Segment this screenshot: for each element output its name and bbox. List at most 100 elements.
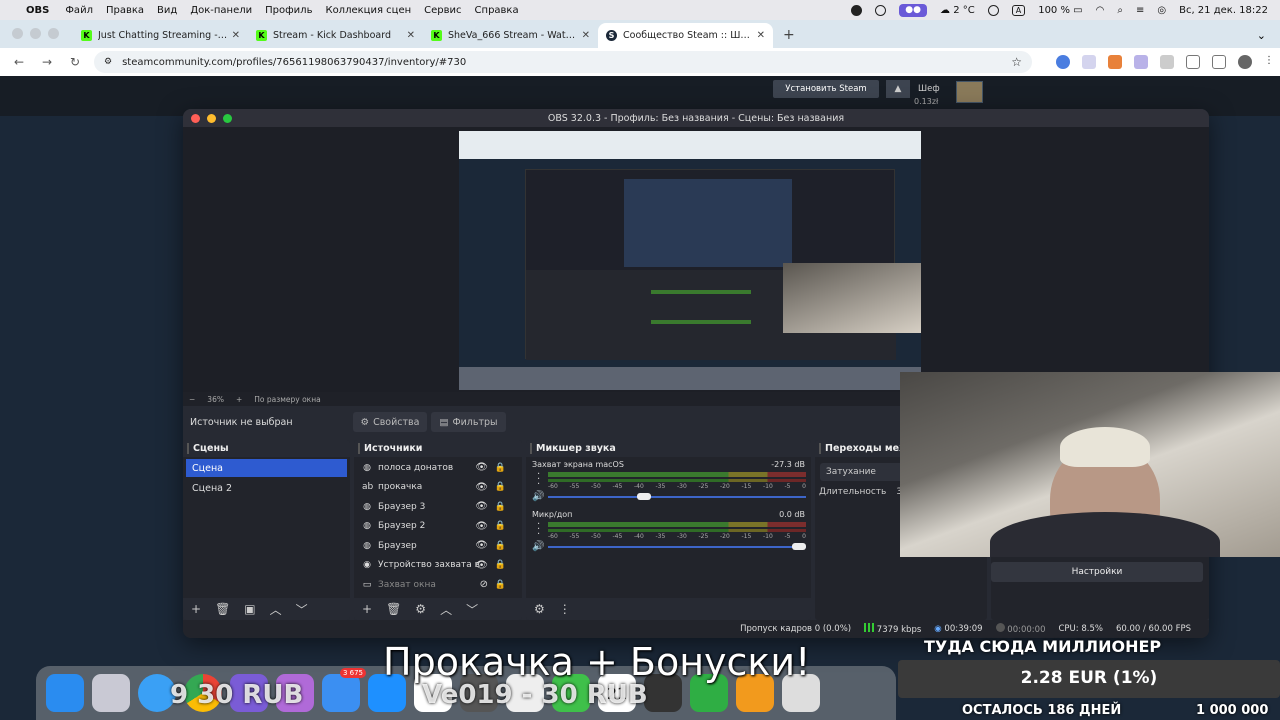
- lock-icon[interactable]: 🔒: [495, 502, 506, 512]
- close-icon[interactable]: ✕: [407, 30, 415, 41]
- source-item[interactable]: ◉ Устройство захвата в 👁 🔒: [354, 556, 522, 576]
- visibility-eye-icon[interactable]: 👁: [475, 540, 488, 551]
- menu-profile[interactable]: Профиль: [265, 5, 312, 16]
- metamask-icon[interactable]: [1108, 55, 1122, 69]
- minimize-window-icon[interactable]: [30, 28, 41, 39]
- extensions-puzzle-icon[interactable]: [1160, 55, 1174, 69]
- volume-slider[interactable]: [548, 546, 806, 548]
- obs-status-icon[interactable]: [875, 4, 887, 16]
- menu-help[interactable]: Справка: [475, 5, 519, 16]
- visibility-eye-icon[interactable]: 👁: [475, 560, 488, 571]
- tab-just-chatting[interactable]: K Just Chatting Streaming - Live ✕: [73, 23, 248, 48]
- speaker-icon[interactable]: 🔊: [532, 541, 544, 552]
- channel-menu-icon[interactable]: · · ·: [537, 520, 540, 540]
- volume-slider[interactable]: [548, 496, 806, 498]
- settings-button[interactable]: Настройки: [991, 562, 1203, 582]
- maximize-window-icon[interactable]: [223, 113, 232, 123]
- menu-file[interactable]: Файл: [65, 5, 93, 16]
- steam-username[interactable]: Шеф: [918, 84, 940, 94]
- mixer-menu-icon[interactable]: ⋮: [559, 602, 571, 616]
- volume-knob[interactable]: [637, 493, 652, 500]
- menu-edit[interactable]: Правка: [106, 5, 144, 16]
- scene-item[interactable]: Сцена 2: [186, 479, 347, 497]
- gear-icon[interactable]: ⚙: [415, 602, 426, 616]
- add-icon[interactable]: +: [362, 602, 372, 616]
- volume-knob[interactable]: [792, 543, 806, 550]
- lock-icon[interactable]: 🔒: [495, 560, 506, 570]
- address-bar[interactable]: ⚙ steamcommunity.com/profiles/7656119806…: [94, 51, 1032, 73]
- source-item[interactable]: ▭ Захват окна ⊘ 🔒: [354, 575, 522, 595]
- tab-steam-inventory[interactable]: S Сообщество Steam :: Шеф :: Инвентарь ✕: [598, 23, 773, 48]
- sidebar-icon[interactable]: [1212, 55, 1226, 69]
- fit-window-select[interactable]: По размеру окна: [254, 395, 320, 404]
- source-item[interactable]: ◍ Браузер 👁 🔒: [354, 536, 522, 556]
- obs-preview[interactable]: [183, 127, 1209, 392]
- download-icon[interactable]: [1186, 55, 1200, 69]
- screen-record-icon[interactable]: ●●: [899, 3, 927, 17]
- visibility-eye-icon[interactable]: 👁: [475, 501, 488, 512]
- control-center-icon[interactable]: ≡: [1136, 5, 1144, 16]
- forward-icon[interactable]: →: [38, 55, 56, 69]
- weather-status[interactable]: ☁ 2 °C: [940, 5, 975, 16]
- maximize-window-icon[interactable]: [48, 28, 59, 39]
- scene-item[interactable]: Сцена: [186, 459, 347, 477]
- tab-list-icon[interactable]: ⌄: [1257, 29, 1266, 42]
- move-down-icon[interactable]: ﹀: [296, 601, 308, 618]
- visibility-eye-icon[interactable]: 👁: [475, 482, 488, 493]
- source-item[interactable]: ab прокачка 👁 🔒: [354, 478, 522, 498]
- back-icon[interactable]: ←: [10, 55, 28, 69]
- close-window-icon[interactable]: [191, 113, 200, 123]
- new-tab-icon[interactable]: +: [783, 27, 795, 43]
- source-item[interactable]: ◍ полоса донатов 👁 🔒: [354, 458, 522, 478]
- lock-icon[interactable]: 🔒: [495, 463, 506, 473]
- close-icon[interactable]: ✕: [757, 30, 765, 41]
- search-icon[interactable]: ⌕: [1117, 5, 1123, 16]
- trash-icon[interactable]: 🗑: [215, 602, 230, 616]
- filters-button[interactable]: ▤ Фильтры: [431, 412, 506, 432]
- close-window-icon[interactable]: [12, 28, 23, 39]
- siri-icon[interactable]: ◎: [1157, 5, 1166, 16]
- mail-icon[interactable]: 3 675: [322, 668, 366, 712]
- extension-icon[interactable]: [1056, 55, 1070, 69]
- channel-menu-icon[interactable]: · · ·: [537, 470, 540, 490]
- advanced-audio-icon[interactable]: ⚙: [534, 602, 545, 616]
- reload-icon[interactable]: ↻: [66, 55, 84, 69]
- menu-view[interactable]: Вид: [157, 5, 177, 16]
- battery-status[interactable]: 100 % ▭: [1038, 5, 1082, 16]
- minimize-window-icon[interactable]: [207, 113, 216, 123]
- speaker-icon[interactable]: 🔊: [532, 491, 544, 502]
- lock-icon[interactable]: 🔒: [495, 541, 506, 551]
- lock-icon[interactable]: 🔒: [495, 580, 506, 590]
- extension-icon[interactable]: [1134, 55, 1148, 69]
- record-status-icon[interactable]: [851, 4, 863, 16]
- menu-docks[interactable]: Док-панели: [190, 5, 252, 16]
- app-menu[interactable]: OBS: [26, 5, 49, 16]
- lock-icon[interactable]: 🔒: [495, 521, 506, 531]
- clock[interactable]: Вс, 21 дек. 18:22: [1179, 5, 1268, 16]
- launchpad-icon[interactable]: [92, 674, 130, 712]
- extension-icon[interactable]: [1082, 55, 1096, 69]
- move-up-icon[interactable]: ︿: [440, 601, 452, 618]
- tab-sheva-stream[interactable]: K SheVa_666 Stream - Watch Live ✕: [423, 23, 598, 48]
- wifi-icon[interactable]: ◠: [1096, 5, 1105, 16]
- filter-icon[interactable]: ▣: [244, 602, 255, 616]
- trash-icon[interactable]: 🗑: [386, 602, 401, 616]
- profile-avatar[interactable]: [1238, 55, 1252, 69]
- input-language[interactable]: A: [1011, 4, 1026, 16]
- install-steam-button[interactable]: Установить Steam: [773, 80, 879, 98]
- steam-avatar[interactable]: [956, 81, 983, 103]
- zoom-in-icon[interactable]: +: [236, 395, 242, 404]
- site-info-icon[interactable]: ⚙: [104, 57, 112, 67]
- play-status-icon[interactable]: [987, 4, 999, 16]
- zoom-out-icon[interactable]: −: [189, 395, 195, 404]
- visibility-eye-icon[interactable]: 👁: [475, 521, 488, 532]
- close-icon[interactable]: ✕: [582, 30, 590, 41]
- tab-kick-dashboard[interactable]: K Stream - Kick Dashboard ✕: [248, 23, 423, 48]
- source-item[interactable]: ◍ Браузер 2 👁 🔒: [354, 517, 522, 537]
- close-icon[interactable]: ✕: [232, 30, 240, 41]
- hidden-eye-icon[interactable]: ⊘: [480, 579, 488, 590]
- menu-dots-icon[interactable]: ⋮: [1264, 55, 1274, 69]
- menu-scene-collection[interactable]: Коллекция сцен: [325, 5, 411, 16]
- lock-icon[interactable]: 🔒: [495, 482, 506, 492]
- visibility-eye-icon[interactable]: 👁: [475, 462, 488, 473]
